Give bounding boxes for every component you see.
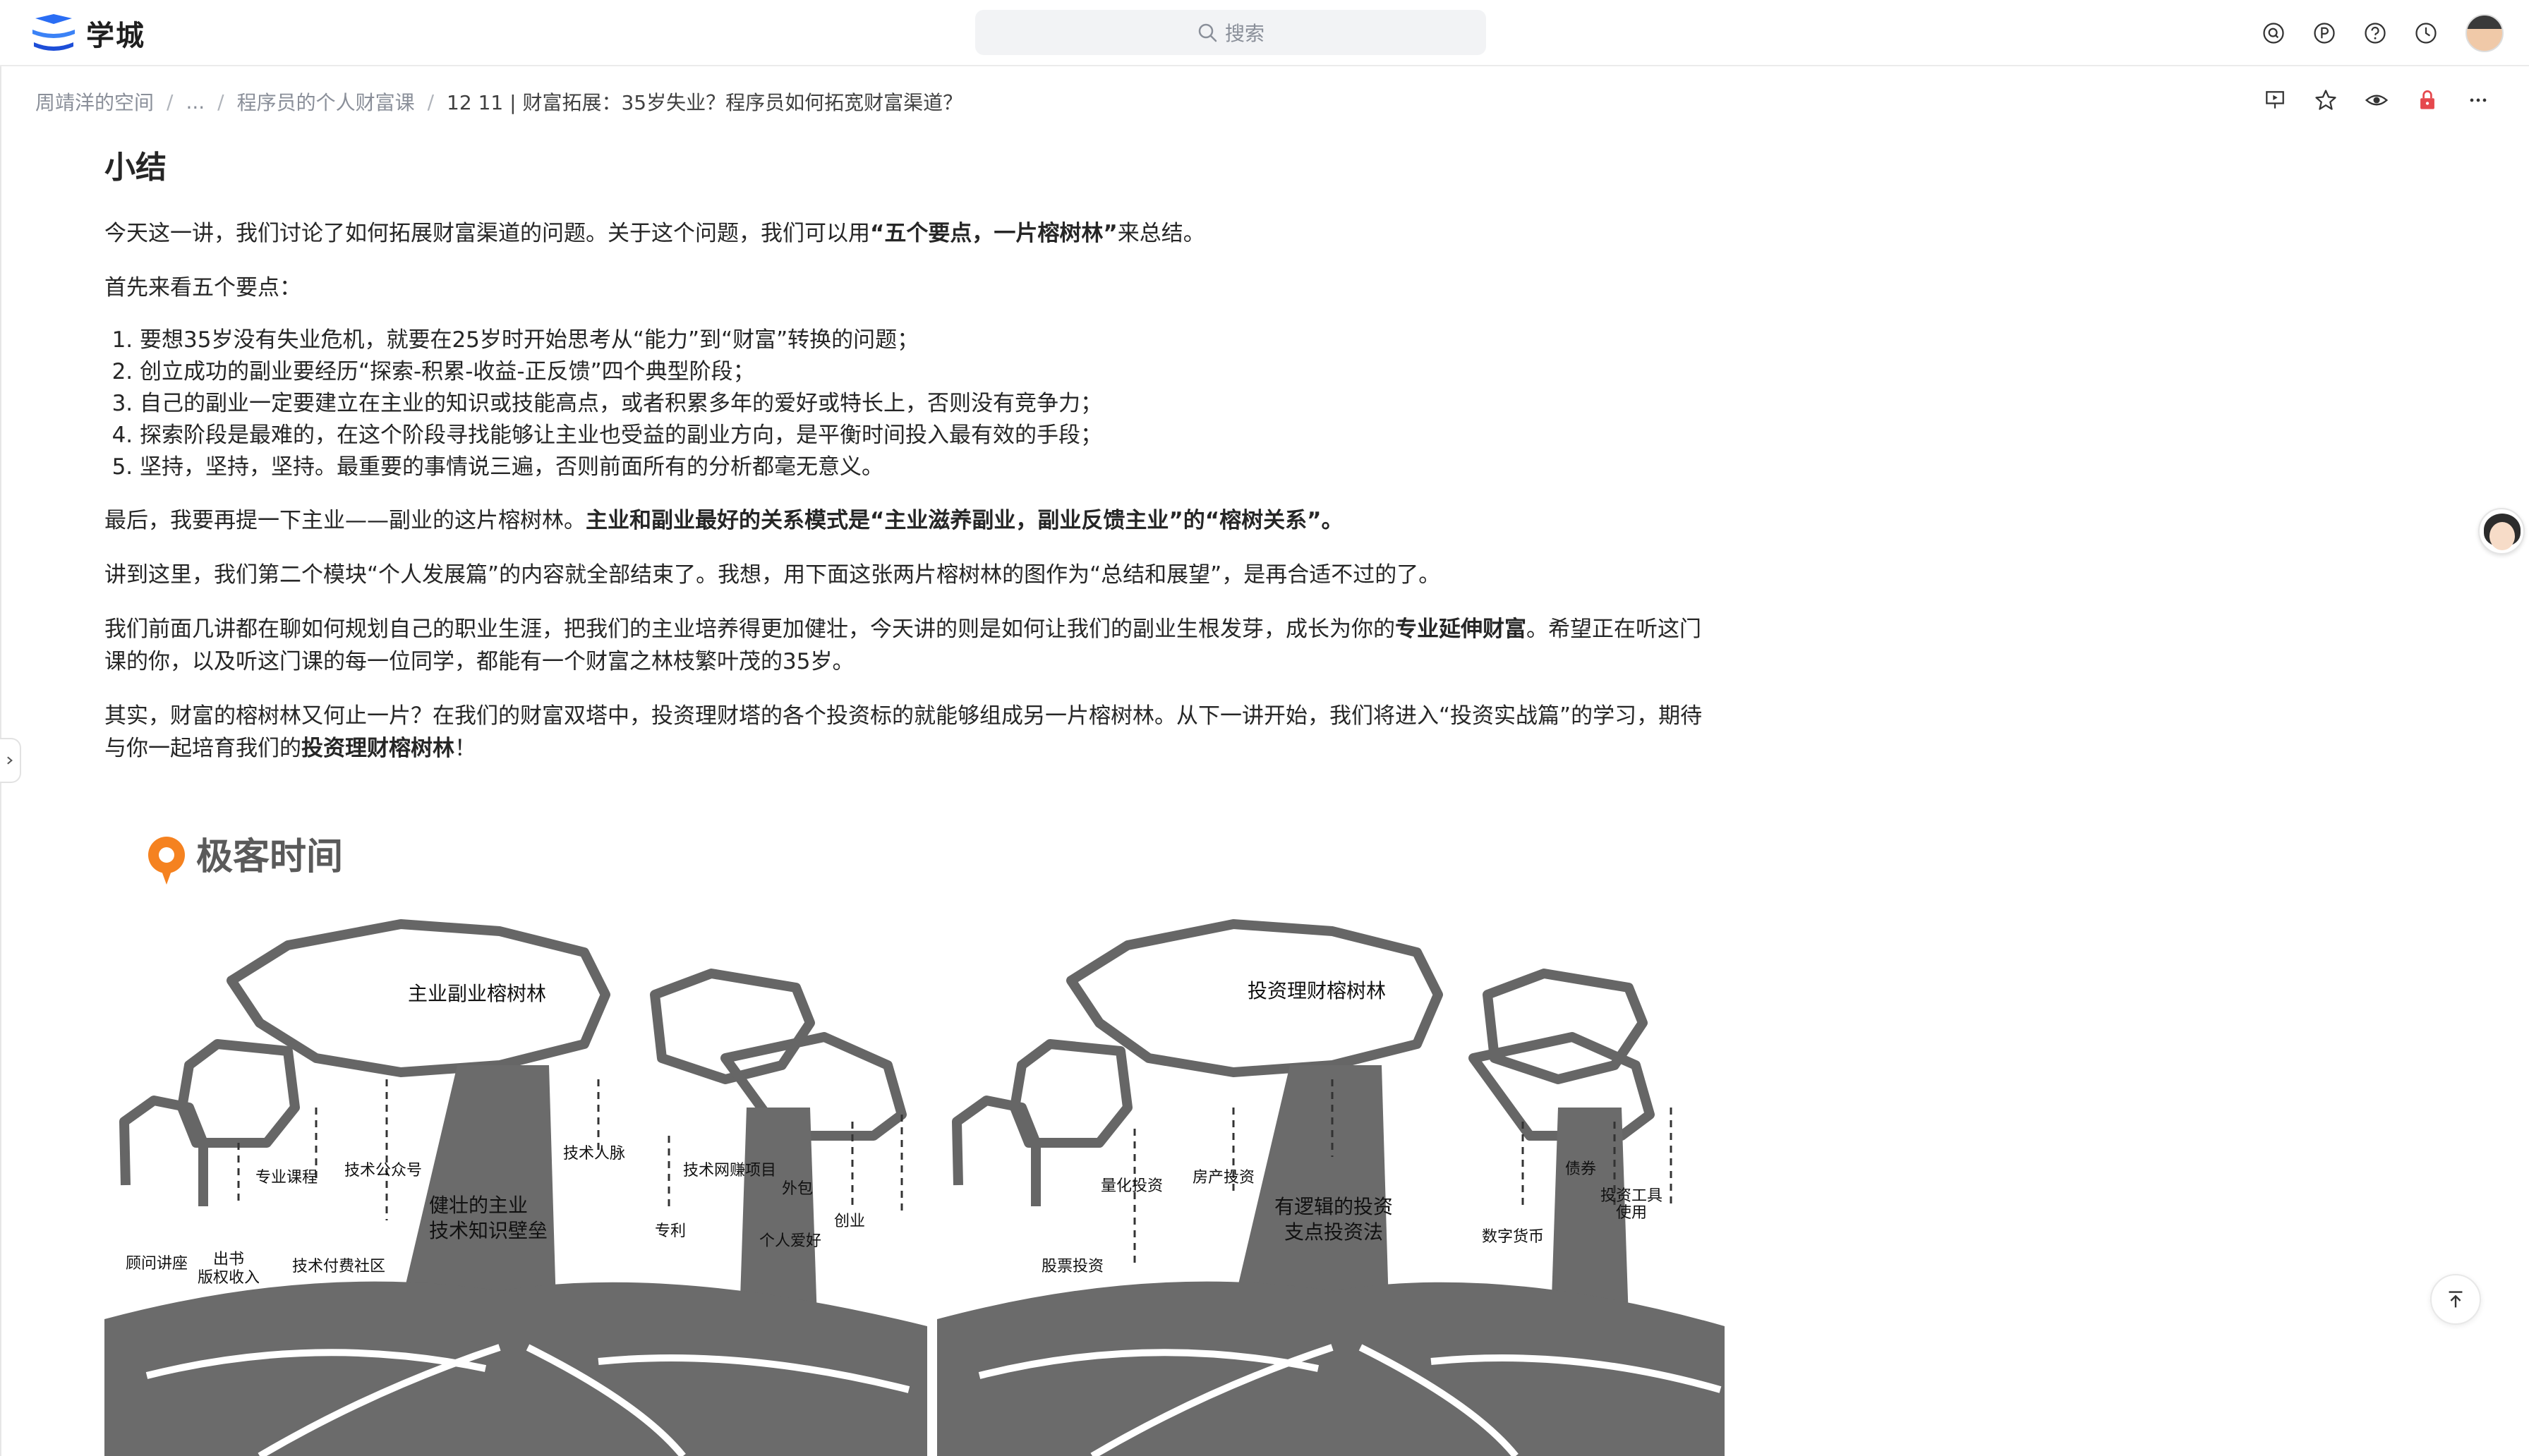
- tree-label: 个人爱好: [759, 1232, 821, 1249]
- ai-assistant-avatar[interactable]: [2478, 508, 2525, 554]
- tree-label: 专利: [655, 1222, 686, 1239]
- xuecheng-logo-icon: [32, 14, 75, 51]
- tree-label: 债券: [1565, 1160, 1596, 1177]
- tree-label: 房产投资: [1193, 1168, 1255, 1186]
- q-circle-icon[interactable]: [2259, 19, 2288, 47]
- list-item: 坚持，坚持，坚持。最重要的事情说三遍，否则前面所有的分析都毫无意义。: [140, 451, 1720, 483]
- search-placeholder: 搜索: [1224, 22, 1264, 45]
- help-icon[interactable]: [2361, 19, 2389, 47]
- tree-label: 创业: [834, 1212, 865, 1230]
- tree-label: 出书: [213, 1250, 244, 1268]
- chevron-right-icon: [7, 756, 13, 765]
- search-icon: [1198, 23, 1217, 42]
- tree-label: 版权收入: [198, 1268, 260, 1286]
- left-trunk: [401, 1065, 556, 1305]
- geektime-logo: [148, 837, 185, 885]
- tree-label: 顾问讲座: [126, 1254, 188, 1272]
- list-item: 创立成功的副业要经历“探索-积累-收益-正反馈”四个典型阶段；: [140, 356, 1720, 388]
- left-trunk-small: [740, 1108, 817, 1319]
- section-heading: 小结: [104, 150, 167, 186]
- paragraph-6: 其实，财富的榕树林又何止一片？在我们的财富双塔中，投资理财塔的各个投资标的就能够…: [104, 703, 1703, 761]
- top-bar: 学城 搜索: [0, 0, 2529, 66]
- breadcrumb: 周靖洋的空间 / ... / 程序员的个人财富课 / 12 11 | 财富拓展：…: [35, 87, 962, 116]
- tree-label: 股票投资: [1042, 1257, 1104, 1275]
- breadcrumb-ellipsis[interactable]: ...: [186, 90, 205, 114]
- breadcrumb-separator: /: [217, 90, 224, 114]
- back-to-top-button[interactable]: [2430, 1274, 2481, 1325]
- expand-sidebar-button[interactable]: [0, 738, 21, 783]
- tree-label: 技术公众号: [344, 1161, 422, 1179]
- left-trunk-text-2: 技术知识壁垒: [429, 1220, 548, 1242]
- left-trunk-text-1: 健壮的主业: [429, 1194, 528, 1216]
- star-icon[interactable]: [2312, 86, 2340, 114]
- history-icon[interactable]: [2412, 19, 2440, 47]
- article-body: 小结 今天这一讲，我们讨论了如何拓展财富渠道的问题。关于这个问题，我们可以用“五…: [104, 147, 1720, 787]
- tree-label: 使用: [1616, 1203, 1647, 1221]
- brand-name: 极客时间: [196, 837, 343, 878]
- eye-icon[interactable]: [2362, 86, 2391, 114]
- more-icon[interactable]: [2464, 86, 2492, 114]
- breadcrumb-space[interactable]: 周靖洋的空间: [35, 87, 154, 116]
- tree-label: 技术人脉: [563, 1144, 625, 1162]
- list-item: 要想35岁没有失业危机，就要在25岁时开始思考从“能力”到“财富”转换的问题；: [140, 324, 1720, 356]
- paragraph-2: 首先来看五个要点：: [104, 275, 301, 301]
- app-logo[interactable]: 学城: [31, 13, 145, 54]
- tree-label: 量化投资: [1101, 1177, 1163, 1194]
- paragraph-3: 最后，我要再提一下主业——副业的这片榕树林。主业和副业最好的关系模式是“主业滋养…: [104, 508, 1344, 533]
- app-name: 学城: [86, 20, 145, 52]
- tree-label: 投资工具: [1600, 1187, 1662, 1204]
- breadcrumb-current: 12 11 | 财富拓展：35岁失业？程序员如何拓宽财富渠道？: [447, 91, 963, 114]
- right-trunk-text-2: 支点投资法: [1284, 1221, 1383, 1243]
- left-tree-title: 主业副业榕树林: [408, 983, 546, 1005]
- breadcrumb-separator: /: [167, 90, 174, 114]
- paragraph-4: 讲到这里，我们第二个模块“个人发展篇”的内容就全部结束了。我想，用下面这张两片榕…: [104, 562, 1441, 588]
- paragraph-5: 我们前面几讲都在聊如何规划自己的职业生涯，把我们的主业培养得更加健壮，今天讲的则…: [104, 617, 1701, 674]
- five-points-list: 要想35岁没有失业危机，就要在25岁时开始思考从“能力”到“财富”转换的问题； …: [104, 324, 1720, 483]
- tree-label: 外包: [782, 1179, 813, 1197]
- list-item: 自己的副业一定要建立在主业的知识或技能高点，或者积累多年的爱好或特长上，否则没有…: [140, 388, 1720, 420]
- right-tree-title: 投资理财榕树林: [1248, 980, 1386, 1002]
- breadcrumb-course[interactable]: 程序员的个人财富课: [237, 87, 415, 116]
- p-circle-icon[interactable]: [2310, 19, 2338, 47]
- tree-label: 专业课程: [255, 1168, 318, 1186]
- paragraph-1: 今天这一讲，我们讨论了如何拓展财富渠道的问题。关于这个问题，我们可以用“五个要点…: [104, 221, 1205, 246]
- tree-label: 数字货币: [1482, 1227, 1544, 1245]
- banyan-forest-illustration: 极客时间 主业副业榕树林 健壮的主业 技术知识壁垒 专业课程 技术公众号 技术人…: [104, 837, 1725, 1456]
- arrow-up-icon: [2449, 1291, 2463, 1308]
- banyan-forest-figure: 极客时间 主业副业榕树林 健壮的主业 技术知识壁垒 专业课程 技术公众号 技术人…: [104, 811, 1725, 1456]
- breadcrumb-separator: /: [427, 90, 435, 114]
- right-trunk: [1233, 1065, 1389, 1305]
- list-item: 探索阶段是最难的，在这个阶段寻找能够让主业也受益的副业方向，是平衡时间投入最有效…: [140, 420, 1720, 451]
- search-input[interactable]: 搜索: [975, 10, 1486, 55]
- user-avatar[interactable]: [2465, 14, 2504, 52]
- tree-label: 技术付费社区: [292, 1257, 385, 1275]
- tree-label: 技术网赚项目: [683, 1161, 776, 1179]
- present-icon[interactable]: [2261, 86, 2289, 114]
- right-trunk-text-1: 有逻辑的投资: [1274, 1196, 1393, 1218]
- lock-icon[interactable]: [2413, 86, 2442, 114]
